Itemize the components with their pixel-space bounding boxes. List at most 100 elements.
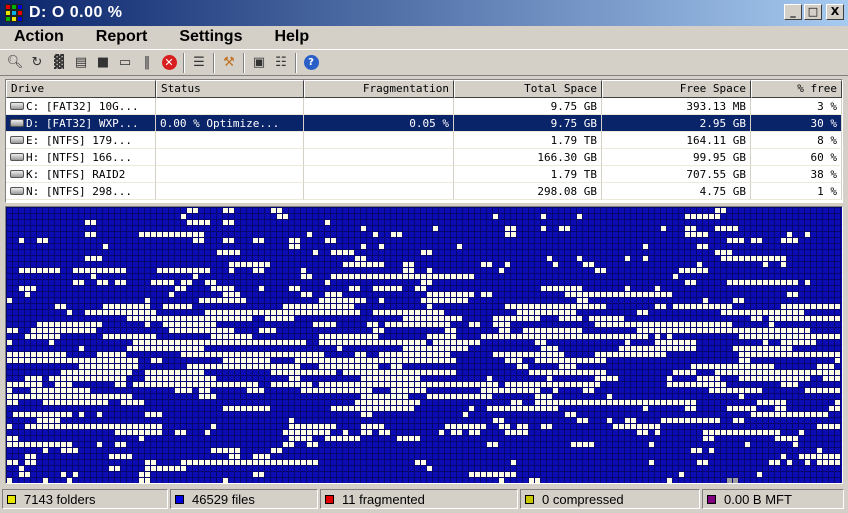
- free-cluster: [517, 316, 522, 321]
- free-cluster: [421, 460, 426, 465]
- free-cluster: [265, 328, 270, 333]
- drive-list-header: Drive Status Fragmentation Total Space F…: [6, 80, 842, 98]
- free-cluster: [505, 472, 510, 477]
- free-cluster: [115, 376, 120, 381]
- free-cluster: [181, 460, 186, 465]
- free-cluster: [517, 334, 522, 339]
- free-cluster: [817, 460, 822, 465]
- free-cluster: [751, 406, 756, 411]
- report-icon[interactable]: ☰: [188, 52, 210, 74]
- free-cluster: [613, 292, 618, 297]
- free-cluster: [487, 472, 492, 477]
- free-cluster: [199, 232, 204, 237]
- analyze-icon[interactable]: 🔍︎: [4, 52, 26, 74]
- free-cluster: [241, 310, 246, 315]
- drive-row[interactable]: C: [FAT32] 10G... 9.75 GB 393.13 MB 3 %: [6, 98, 842, 115]
- free-cluster: [151, 280, 156, 285]
- free-cluster: [355, 310, 360, 315]
- free-cluster: [193, 376, 198, 381]
- menu-settings[interactable]: Settings: [173, 28, 248, 46]
- free-cluster: [517, 424, 522, 429]
- free-cluster: [337, 436, 342, 441]
- column-total-space[interactable]: Total Space: [454, 80, 602, 98]
- free-cluster: [307, 370, 312, 375]
- free-cluster: [55, 352, 60, 357]
- pause-icon[interactable]: ‖: [136, 52, 158, 74]
- column-fragmentation[interactable]: Fragmentation: [304, 80, 454, 98]
- free-cluster: [835, 406, 840, 411]
- free-cluster: [511, 316, 516, 321]
- drive-row[interactable]: K: [NTFS] RAID2 1.79 TB 707.55 GB 38 %: [6, 166, 842, 183]
- free-cluster: [217, 250, 222, 255]
- free-cluster: [235, 364, 240, 369]
- free-cluster: [229, 454, 234, 459]
- drive-row[interactable]: D: [FAT32] WXP... 0.00 % Optimize... 0.05 …: [6, 115, 842, 132]
- free-cluster: [247, 460, 252, 465]
- free-cluster: [175, 382, 180, 387]
- boot-time-icon[interactable]: ▣: [248, 52, 270, 74]
- free-cluster: [271, 370, 276, 375]
- close-button[interactable]: X: [826, 4, 844, 20]
- free-cluster: [541, 394, 546, 399]
- stop-icon[interactable]: ✕: [158, 52, 180, 74]
- free-cluster: [91, 370, 96, 375]
- free-cluster: [805, 316, 810, 321]
- free-cluster: [823, 334, 828, 339]
- free-cluster: [391, 322, 396, 327]
- free-cluster: [289, 460, 294, 465]
- free-cluster: [187, 304, 192, 309]
- quick-optimize-icon[interactable]: ▤: [70, 52, 92, 74]
- free-cluster: [247, 340, 252, 345]
- free-cluster: [787, 316, 792, 321]
- mft-optimize-icon[interactable]: ▭: [114, 52, 136, 74]
- free-cluster: [91, 328, 96, 333]
- free-cluster: [91, 400, 96, 405]
- free-cluster: [385, 274, 390, 279]
- free-cluster: [745, 328, 750, 333]
- drive-row[interactable]: H: [NTFS] 166... 166.30 GB 99.95 GB 60 %: [6, 149, 842, 166]
- column-drive[interactable]: Drive: [6, 80, 156, 98]
- help-icon[interactable]: ?: [300, 52, 322, 74]
- free-cluster: [97, 400, 102, 405]
- free-cluster: [31, 358, 36, 363]
- free-cluster: [187, 382, 192, 387]
- cluster-map[interactable]: [5, 206, 843, 484]
- free-cluster: [271, 208, 276, 213]
- menu-report[interactable]: Report: [90, 28, 154, 46]
- free-cluster: [157, 316, 162, 321]
- free-cluster: [751, 310, 756, 315]
- drive-row[interactable]: N: [NTFS] 298... 298.08 GB 4.75 GB 1 %: [6, 183, 842, 200]
- free-cluster: [367, 358, 372, 363]
- free-cluster: [61, 442, 66, 447]
- free-cluster: [403, 376, 408, 381]
- free-cluster: [55, 394, 60, 399]
- repeat-icon[interactable]: ↻: [26, 52, 48, 74]
- menu-action[interactable]: Action: [8, 28, 70, 46]
- maximize-button[interactable]: □: [804, 4, 822, 20]
- free-cluster: [469, 340, 474, 345]
- free-cluster: [361, 364, 366, 369]
- free-cluster: [19, 412, 24, 417]
- free-cluster: [187, 328, 192, 333]
- free-cluster: [217, 340, 222, 345]
- free-cluster: [223, 358, 228, 363]
- free-cluster: [391, 406, 396, 411]
- column-percent-free[interactable]: % free: [751, 80, 842, 98]
- settings-icon[interactable]: ⚒: [218, 52, 240, 74]
- drive-row[interactable]: E: [NTFS] 179... 1.79 TB 164.11 GB 8 %: [6, 132, 842, 149]
- free-cluster: [169, 346, 174, 351]
- free-cluster: [127, 310, 132, 315]
- free-cluster: [781, 334, 786, 339]
- free-cluster: [781, 310, 786, 315]
- defragment-icon[interactable]: ▓: [48, 52, 70, 74]
- menu-help[interactable]: Help: [268, 28, 315, 46]
- free-cluster: [79, 358, 84, 363]
- minimize-button[interactable]: _: [784, 4, 802, 20]
- free-cluster: [247, 364, 252, 369]
- free-cluster: [493, 388, 498, 393]
- script-icon[interactable]: ☷: [270, 52, 292, 74]
- full-optimize-icon[interactable]: ■: [92, 52, 114, 74]
- free-cluster: [661, 340, 666, 345]
- column-free-space[interactable]: Free Space: [602, 80, 751, 98]
- column-status[interactable]: Status: [156, 80, 304, 98]
